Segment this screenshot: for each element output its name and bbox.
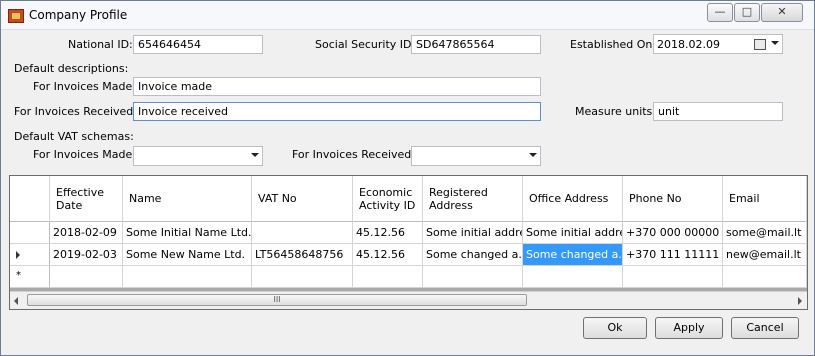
invoices-received-description-field[interactable]: Invoice received — [133, 102, 541, 121]
chevron-down-icon[interactable] — [771, 41, 779, 45]
column-header-effective-date[interactable]: Effective Date — [50, 176, 123, 222]
row-header-new[interactable]: * — [10, 266, 50, 288]
maximize-icon[interactable]: □ — [734, 3, 760, 22]
table-cell[interactable]: 45.12.56 — [353, 244, 423, 266]
measure-units-label: Measure units: — [575, 105, 656, 118]
column-header-phone-no[interactable]: Phone No — [623, 176, 723, 222]
scroll-left-icon[interactable] — [14, 297, 18, 305]
table-cell[interactable]: some@mail.lt — [723, 222, 807, 244]
vat-invoices-received-dropdown[interactable] — [411, 146, 541, 166]
default-vat-schemas-label: Default VAT schemas: — [14, 130, 134, 143]
row-header-current[interactable] — [10, 244, 50, 266]
title-bar: Company Profile — □ ✕ — [1, 1, 814, 30]
table-cell[interactable] — [252, 222, 353, 244]
national-id-field[interactable]: 654646454 — [133, 35, 263, 54]
established-on-value: 2018.02.09 — [657, 38, 720, 51]
measure-units-field[interactable]: unit — [653, 102, 783, 121]
new-row-cell[interactable] — [623, 266, 723, 288]
new-row-cell[interactable] — [50, 266, 123, 288]
new-row-cell[interactable] — [723, 266, 807, 288]
table-cell[interactable]: Some initial addre... — [423, 222, 523, 244]
column-header-economic-activity-id[interactable]: Economic Activity ID — [353, 176, 423, 222]
table-cell[interactable]: 2018-02-09 — [50, 222, 123, 244]
chevron-down-icon — [251, 153, 259, 157]
table-cell[interactable]: Some Initial Name Ltd. — [123, 222, 252, 244]
scrollbar-thumb[interactable]: III — [27, 294, 527, 306]
invoices-made-description-field[interactable]: Invoice made — [133, 77, 541, 96]
calendar-icon[interactable] — [754, 39, 766, 50]
company-history-grid[interactable]: Effective Date Name VAT No Economic Acti… — [9, 175, 808, 310]
new-row-cell[interactable] — [252, 266, 353, 288]
established-on-datepicker[interactable]: 2018.02.09 — [653, 34, 783, 54]
invoices-received-label: For Invoices Received: — [14, 105, 137, 118]
table-cell[interactable]: new@email.lt — [723, 244, 807, 266]
new-row-cell[interactable] — [423, 266, 523, 288]
ssn-field[interactable]: SD647865564 — [411, 35, 541, 54]
chevron-down-icon — [529, 153, 537, 157]
form-body: National ID: 654646454 Social Security I… — [1, 30, 814, 355]
table-cell[interactable]: Some initial addre... — [523, 222, 623, 244]
column-header-name[interactable]: Name — [123, 176, 252, 222]
table-cell[interactable]: +370 000 00000 — [623, 222, 723, 244]
default-descriptions-label: Default descriptions: — [14, 62, 129, 75]
ok-button[interactable]: Ok — [583, 317, 647, 339]
current-row-arrow-icon — [16, 251, 20, 259]
table-cell-selected[interactable]: Some changed a... — [523, 244, 623, 266]
app-icon — [8, 9, 24, 23]
vat-invoices-made-dropdown[interactable] — [133, 146, 263, 166]
grid-corner-header — [10, 176, 50, 222]
vat-invoices-made-label: For Invoices Made: — [33, 148, 136, 161]
new-row-asterisk-icon: * — [16, 270, 21, 281]
new-row-cell[interactable] — [353, 266, 423, 288]
national-id-label: National ID: — [68, 38, 133, 51]
table-cell[interactable]: Some changed a... — [423, 244, 523, 266]
vat-invoices-received-label: For Invoices Received: — [292, 148, 415, 161]
column-header-vat-no[interactable]: VAT No — [252, 176, 353, 222]
company-profile-window: Company Profile — □ ✕ National ID: 65464… — [0, 0, 815, 356]
close-icon[interactable]: ✕ — [761, 3, 803, 22]
table-cell[interactable]: 2019-02-03 — [50, 244, 123, 266]
invoices-made-label: For Invoices Made: — [33, 80, 136, 93]
table-cell[interactable]: Some New Name Ltd. — [123, 244, 252, 266]
ssn-label: Social Security ID: — [315, 38, 416, 51]
minimize-icon[interactable]: — — [707, 3, 733, 22]
column-header-email[interactable]: Email — [723, 176, 807, 222]
cancel-button[interactable]: Cancel — [731, 317, 799, 339]
column-header-registered-address[interactable]: Registered Address — [423, 176, 523, 222]
new-row-cell[interactable] — [123, 266, 252, 288]
new-row-cell[interactable] — [523, 266, 623, 288]
apply-button[interactable]: Apply — [655, 317, 723, 339]
horizontal-scrollbar[interactable]: III — [10, 291, 807, 309]
table-cell[interactable]: +370 111 11111 — [623, 244, 723, 266]
column-header-office-address[interactable]: Office Address — [523, 176, 623, 222]
scroll-right-icon[interactable] — [798, 297, 802, 305]
table-cell[interactable]: LT56458648756 — [252, 244, 353, 266]
established-on-label: Established On: — [570, 38, 657, 51]
row-header[interactable] — [10, 222, 50, 244]
window-title: Company Profile — [29, 8, 128, 22]
table-cell[interactable]: 45.12.56 — [353, 222, 423, 244]
